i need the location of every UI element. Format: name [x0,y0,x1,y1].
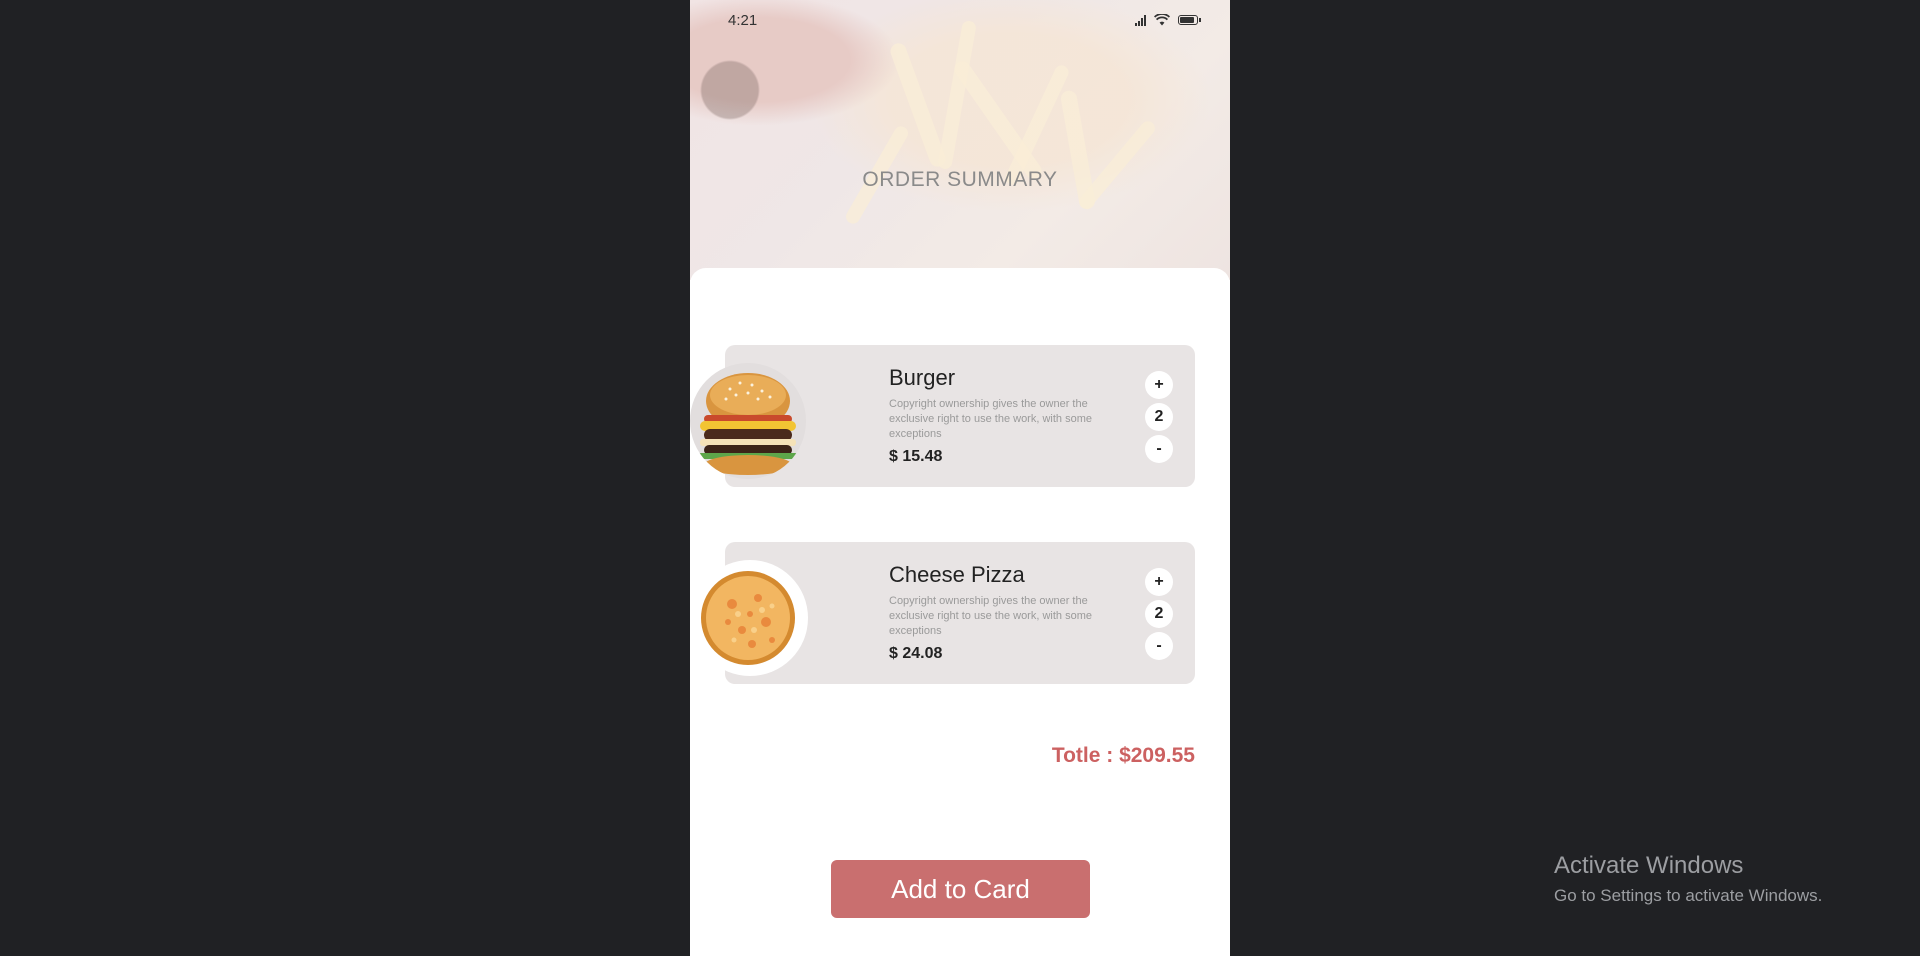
pizza-image [692,560,808,676]
item-name: Cheese Pizza [889,562,1025,587]
quantity-stepper: + 2 - [1145,371,1173,463]
page-title: ORDER SUMMARY [862,168,1058,191]
hero-background [690,0,1230,280]
watermark-title: Activate Windows [1554,852,1744,879]
status-icons [1135,14,1201,26]
item-price: $ 15.48 [889,448,943,465]
battery-icon [1178,15,1201,25]
watermark-subtitle: Go to Settings to activate Windows. [1554,886,1823,905]
increase-quantity-button[interactable]: + [1145,568,1173,596]
quantity-value: 2 [1145,403,1173,431]
increase-quantity-button[interactable]: + [1145,371,1173,399]
item-description: Copyright ownership gives the owner the … [889,595,1092,637]
status-time: 4:21 [728,11,758,29]
signal-icon [1135,14,1146,26]
decrease-quantity-button[interactable]: - [1145,632,1173,660]
wifi-icon [1154,14,1170,26]
quantity-stepper: + 2 - [1145,568,1173,660]
order-total: Totle : $209.55 [1051,744,1195,767]
status-bar: 4:21 [690,0,1230,40]
quantity-value: 2 [1145,600,1173,628]
item-name: Burger [889,365,956,390]
burger-image [690,363,806,479]
item-price: $ 24.08 [889,645,943,662]
windows-activation-watermark: Activate Windows Go to Settings to activ… [1554,852,1822,906]
add-to-card-button[interactable]: Add to Card [831,860,1090,918]
decrease-quantity-button[interactable]: - [1145,435,1173,463]
item-description: Copyright ownership gives the owner the … [889,398,1092,440]
phone-screen: 4:21 ORDER SUMMARY Burger Copyright owne… [690,0,1230,956]
